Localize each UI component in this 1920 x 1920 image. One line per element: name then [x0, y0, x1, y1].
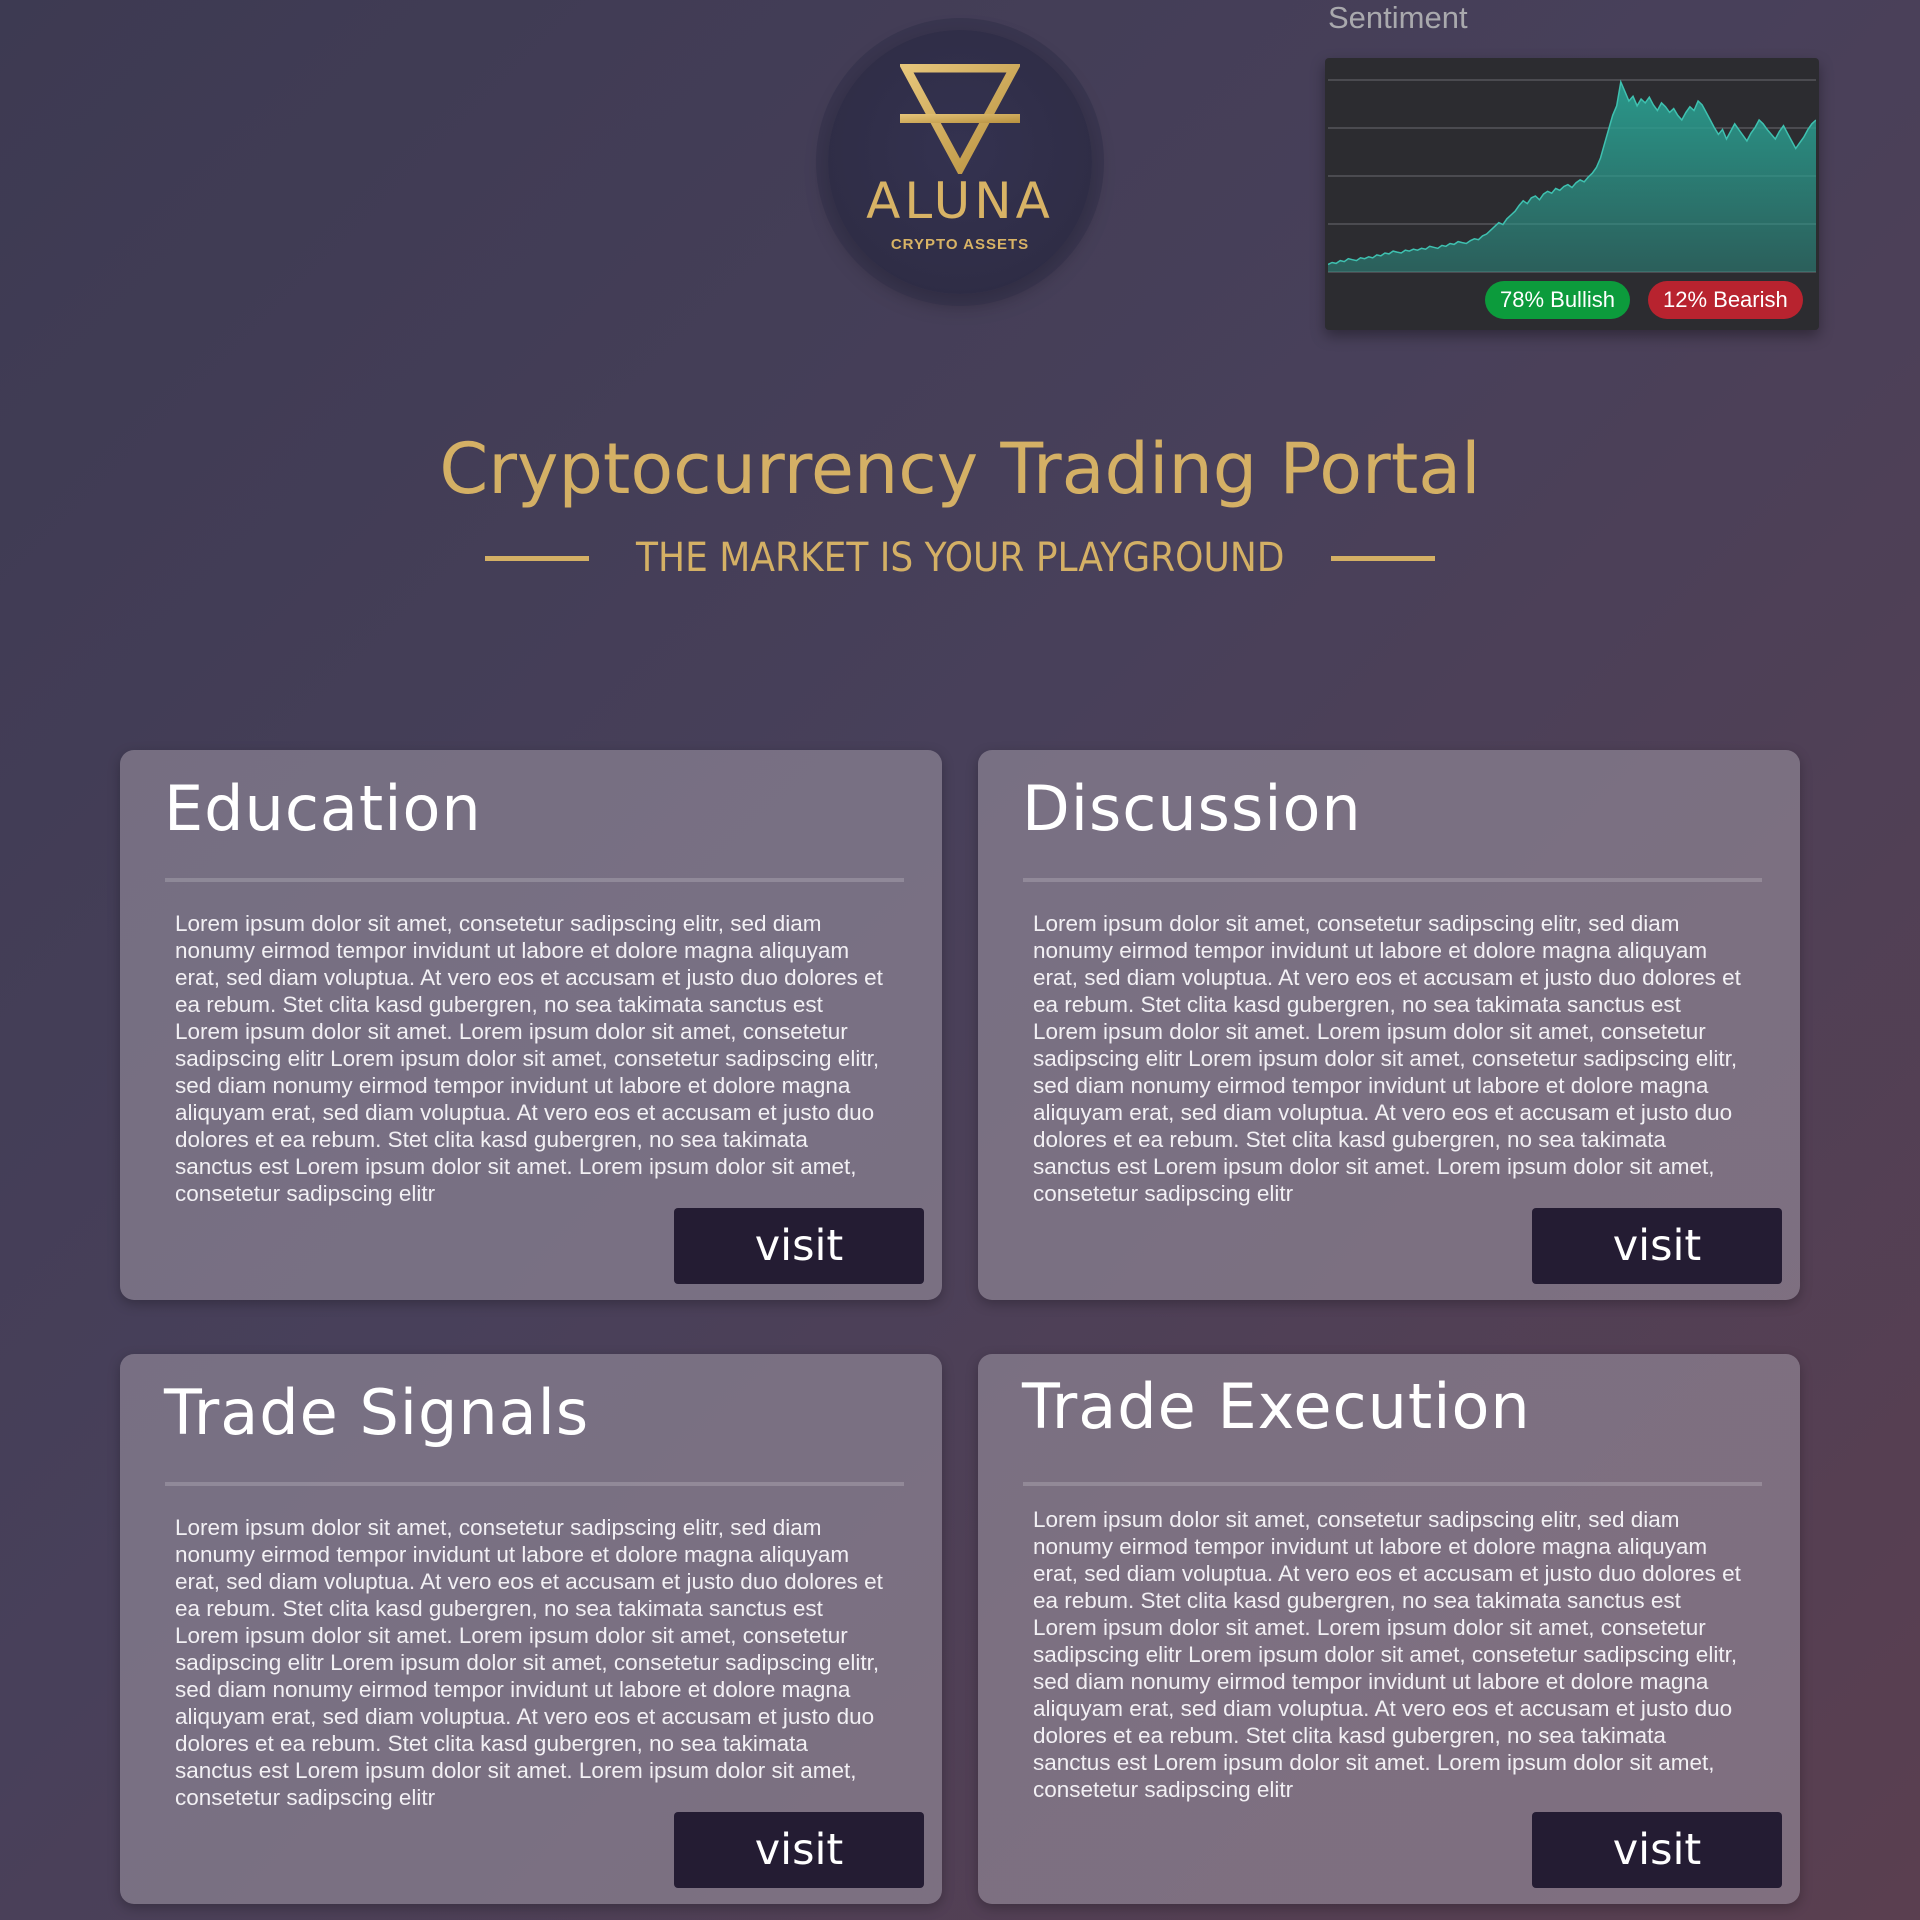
- subtitle-row: THE MARKET IS YOUR PLAYGROUND: [485, 530, 1435, 586]
- card-title: Education: [164, 772, 482, 845]
- card-divider: [165, 1482, 904, 1486]
- card-body: Lorem ipsum dolor sit amet, consetetur s…: [175, 1515, 883, 1810]
- visit-button[interactable]: visit: [674, 1812, 924, 1888]
- card-title: Discussion: [1022, 772, 1362, 845]
- bullish-badge: 78% Bullish: [1485, 281, 1630, 319]
- price-area: [1328, 82, 1816, 272]
- price-area-chart: [1328, 79, 1816, 273]
- sentiment-label: Sentiment: [1328, 0, 1468, 35]
- visit-button[interactable]: visit: [1532, 1208, 1782, 1284]
- visit-button[interactable]: visit: [1532, 1812, 1782, 1888]
- subtitle-rule-right: [1331, 555, 1435, 561]
- card-body: Lorem ipsum dolor sit amet, consetetur s…: [1033, 911, 1741, 1206]
- card-trade-execution: Trade Execution Lorem ipsum dolor sit am…: [978, 1354, 1800, 1904]
- brand-logo[interactable]: ALUNA CRYPTO ASSETS: [828, 30, 1092, 294]
- card-divider: [165, 878, 904, 882]
- card-education: Education Lorem ipsum dolor sit amet, co…: [120, 750, 942, 1300]
- page-title: Cryptocurrency Trading Portal: [439, 428, 1481, 510]
- page-subtitle: THE MARKET IS YOUR PLAYGROUND: [635, 535, 1285, 581]
- inverted-triangle-alchemy-icon: [900, 64, 1020, 174]
- subtitle-rule-left: [485, 555, 589, 561]
- card-divider: [1023, 878, 1762, 882]
- brand-name: ALUNA: [866, 172, 1054, 230]
- bearish-badge: 12% Bearish: [1648, 281, 1803, 319]
- card-title: Trade Signals: [164, 1376, 590, 1449]
- card-body: Lorem ipsum dolor sit amet, consetetur s…: [1033, 1507, 1741, 1802]
- card-body: Lorem ipsum dolor sit amet, consetetur s…: [175, 911, 883, 1206]
- card-title: Trade Execution: [1022, 1370, 1531, 1443]
- brand-tagline: CRYPTO ASSETS: [890, 236, 1030, 253]
- card-trade-signals: Trade Signals Lorem ipsum dolor sit amet…: [120, 1354, 942, 1904]
- card-divider: [1023, 1482, 1762, 1486]
- card-discussion: Discussion Lorem ipsum dolor sit amet, c…: [978, 750, 1800, 1300]
- visit-button[interactable]: visit: [674, 1208, 924, 1284]
- sentiment-widget: Sentiment 78% Bullish 12% Bearish: [1325, 0, 1819, 330]
